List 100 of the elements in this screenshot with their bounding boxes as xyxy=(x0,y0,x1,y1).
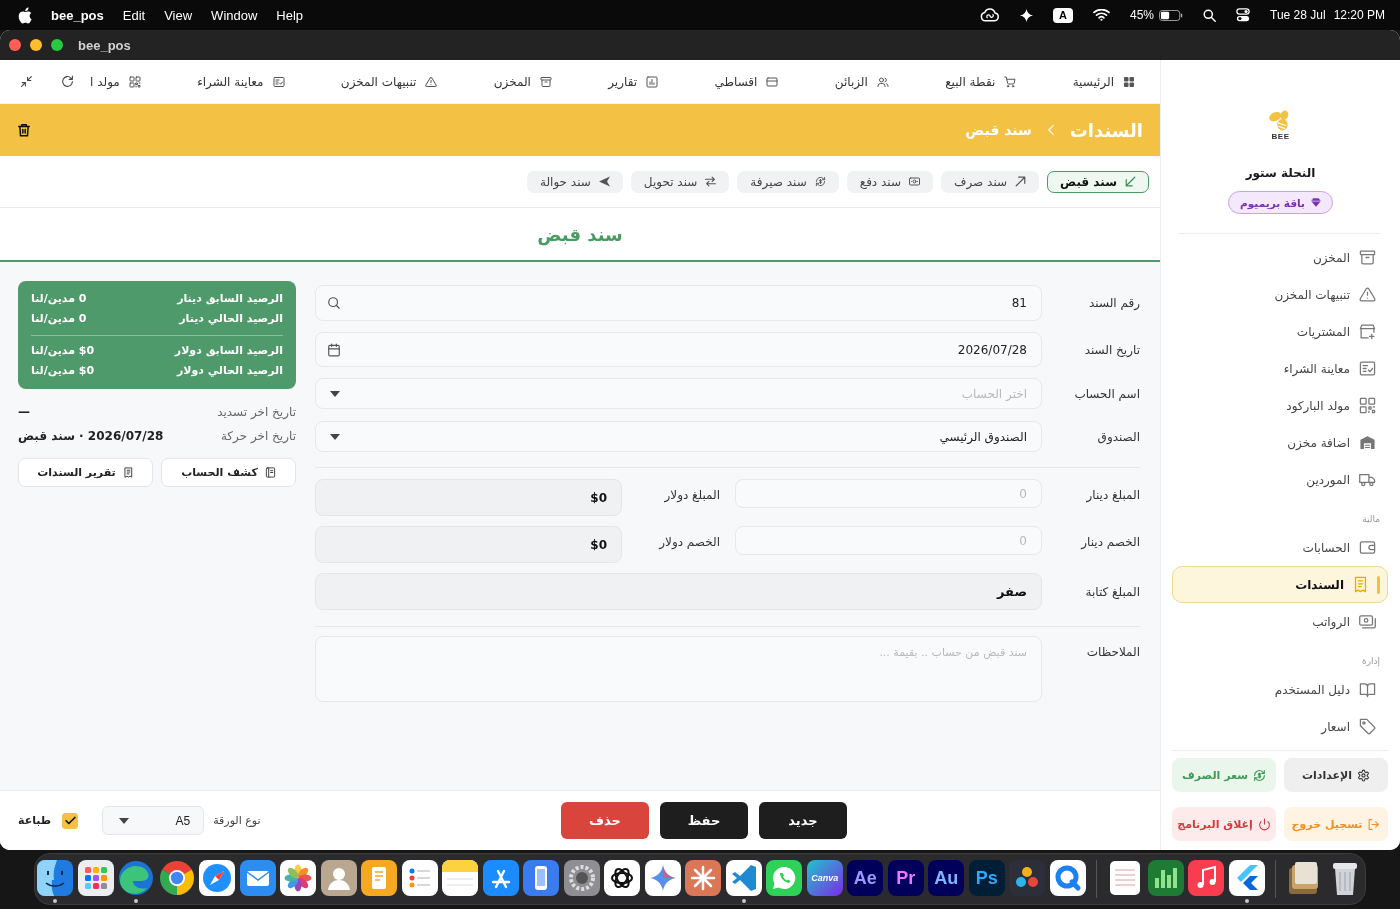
sidebar-item[interactable]: الرواتب xyxy=(1172,603,1388,640)
cloud-icon[interactable] xyxy=(980,8,1001,22)
sidebar-item[interactable]: الحسابات xyxy=(1172,529,1388,566)
voucher-tab[interactable]: سند حوالة xyxy=(527,170,623,193)
swirl-icon[interactable] xyxy=(118,860,155,896)
notepad-icon[interactable] xyxy=(442,860,479,896)
compass-icon[interactable] xyxy=(199,860,236,896)
app-launcher[interactable]: Ps xyxy=(968,860,1005,896)
sidebar-item[interactable]: اضافة مخزن xyxy=(1172,424,1388,461)
new-button[interactable]: جديد xyxy=(759,802,847,839)
battery-icon[interactable] xyxy=(1159,9,1184,21)
voucher-tab[interactable]: سند قبض xyxy=(1047,170,1149,193)
app-launcher[interactable]: Au xyxy=(928,860,965,896)
sidebar-item[interactable]: المشتريات xyxy=(1172,313,1388,350)
gear-icon[interactable] xyxy=(563,860,600,896)
menu-item[interactable]: Help xyxy=(276,7,304,23)
voucher-tab[interactable]: سند صيرفة xyxy=(737,170,839,193)
flower-icon[interactable] xyxy=(280,860,317,896)
app-grid-icon[interactable] xyxy=(77,860,114,896)
sidebar-item[interactable]: الموردين xyxy=(1172,461,1388,498)
paper-size-select[interactable]: A5 xyxy=(102,806,205,835)
trash-icon[interactable] xyxy=(17,122,31,138)
sidebar-item[interactable]: السندات xyxy=(1172,566,1388,603)
amount-field[interactable]: 0 xyxy=(735,479,1042,508)
window-close-icon[interactable] xyxy=(9,39,21,51)
sidebar-item[interactable]: مولد الباركود xyxy=(1172,387,1388,424)
history-label: تاريخ اخر تسديد xyxy=(217,404,296,421)
a-logo-icon[interactable] xyxy=(482,860,519,896)
app-launcher[interactable]: Ae xyxy=(847,860,884,896)
envelope-icon[interactable] xyxy=(239,860,276,896)
nav-item[interactable]: المخزن xyxy=(493,74,552,89)
refresh-icon[interactable] xyxy=(61,75,74,88)
menu-item[interactable]: Edit xyxy=(122,7,146,23)
dropdown-field[interactable]: اختر الحساب xyxy=(315,378,1042,409)
collapse-icon[interactable] xyxy=(20,75,33,88)
toggles-icon[interactable] xyxy=(1236,8,1251,22)
app-menu[interactable]: bee_pos xyxy=(51,7,104,23)
nav-item[interactable]: الرئيسية xyxy=(1072,74,1135,89)
wifi-icon[interactable] xyxy=(1093,9,1110,21)
field-label: الخصم دولار xyxy=(657,534,721,551)
nav-item[interactable]: تنبيهات المخزن xyxy=(340,74,438,89)
menu-item[interactable]: Window xyxy=(211,7,258,23)
nav-item[interactable]: الزبائن xyxy=(834,74,889,89)
menu-item[interactable]: View xyxy=(164,7,193,23)
archive-box-icon xyxy=(1359,249,1376,266)
sidebar-item[interactable]: اسعار xyxy=(1172,708,1388,745)
window-minimize-icon[interactable] xyxy=(30,39,42,51)
nav-item[interactable]: اقساطي xyxy=(714,74,779,89)
apple-icon[interactable] xyxy=(18,6,32,24)
sidebar-item[interactable]: معاينة الشراء xyxy=(1172,350,1388,387)
color-wheel-icon[interactable] xyxy=(158,860,195,896)
input-source-indicator[interactable]: A xyxy=(1053,7,1073,23)
print-checkbox[interactable] xyxy=(62,812,79,829)
bar-chart-icon[interactable] xyxy=(1147,860,1184,896)
quit-button[interactable]: إغلاق البرنامج xyxy=(1172,807,1276,841)
book-icon xyxy=(1359,681,1376,698)
window-zoom-icon[interactable] xyxy=(51,39,63,51)
nav-item[interactable]: مولد ا xyxy=(90,74,141,89)
account-statement-button[interactable]: كشف الحساب xyxy=(161,458,296,487)
search-icon[interactable] xyxy=(1203,8,1217,22)
usd-amount-field[interactable]: $0 xyxy=(315,526,622,563)
asterisk-icon[interactable] xyxy=(685,860,722,896)
app-launcher[interactable]: Pr xyxy=(887,860,924,896)
settings-button[interactable]: الإعدادات xyxy=(1284,758,1388,792)
vouchers-report-button[interactable]: تقرير السندات xyxy=(18,458,153,487)
knot-icon[interactable] xyxy=(604,860,641,896)
save-button[interactable]: حفظ xyxy=(660,802,748,839)
voucher-tab[interactable]: سند تحويل xyxy=(630,170,730,193)
warehouse-icon xyxy=(1359,434,1376,451)
sidebar-item[interactable]: تنبيهات المخزن xyxy=(1172,276,1388,313)
checklist-icon[interactable] xyxy=(401,860,438,896)
amount-in-words-field[interactable]: صفر xyxy=(315,573,1042,610)
code-ribbon-icon[interactable] xyxy=(725,860,762,896)
dropdown-field[interactable]: الصندوق الرئيسي xyxy=(315,421,1042,452)
notes-field[interactable]: سند قبض من حساب .. بقيمة ... xyxy=(315,636,1042,702)
voucher-number-field[interactable]: 81 xyxy=(315,285,1042,321)
date-field[interactable]: 2026/07/28 xyxy=(315,332,1042,367)
ring-icon[interactable] xyxy=(1049,860,1086,896)
amount-field[interactable]: 0 xyxy=(735,526,1042,555)
app-launcher[interactable]: Canva xyxy=(806,860,843,896)
voucher-tab[interactable]: سند دفع xyxy=(846,170,933,193)
voucher-tab[interactable]: سند صرف xyxy=(941,170,1040,193)
chat-bubble-icon[interactable] xyxy=(766,860,803,896)
three-circles-icon[interactable] xyxy=(1009,860,1046,896)
field-label: الملاحظات xyxy=(1085,644,1140,659)
person-silhouette-icon[interactable] xyxy=(320,860,357,896)
nav-item[interactable]: معاينة الشراء xyxy=(197,74,285,89)
sidebar-item[interactable]: المخزن xyxy=(1172,239,1388,276)
usd-amount-field[interactable]: $0 xyxy=(315,479,622,516)
smiling-face-icon[interactable] xyxy=(37,860,74,896)
delete-button[interactable]: حذف xyxy=(561,802,649,839)
sparkle-icon[interactable] xyxy=(644,860,681,896)
music-note-icon[interactable] xyxy=(1188,860,1225,896)
sidebar-item[interactable]: دليل المستخدم xyxy=(1172,671,1388,708)
sparkle-icon[interactable] xyxy=(1020,8,1034,22)
nav-item[interactable]: تقارير xyxy=(608,74,659,89)
phone-icon[interactable] xyxy=(523,860,560,896)
chevrons-icon[interactable] xyxy=(1228,860,1265,896)
nav-item[interactable]: نقطة البيع xyxy=(945,74,1017,89)
document-icon[interactable] xyxy=(361,860,398,896)
